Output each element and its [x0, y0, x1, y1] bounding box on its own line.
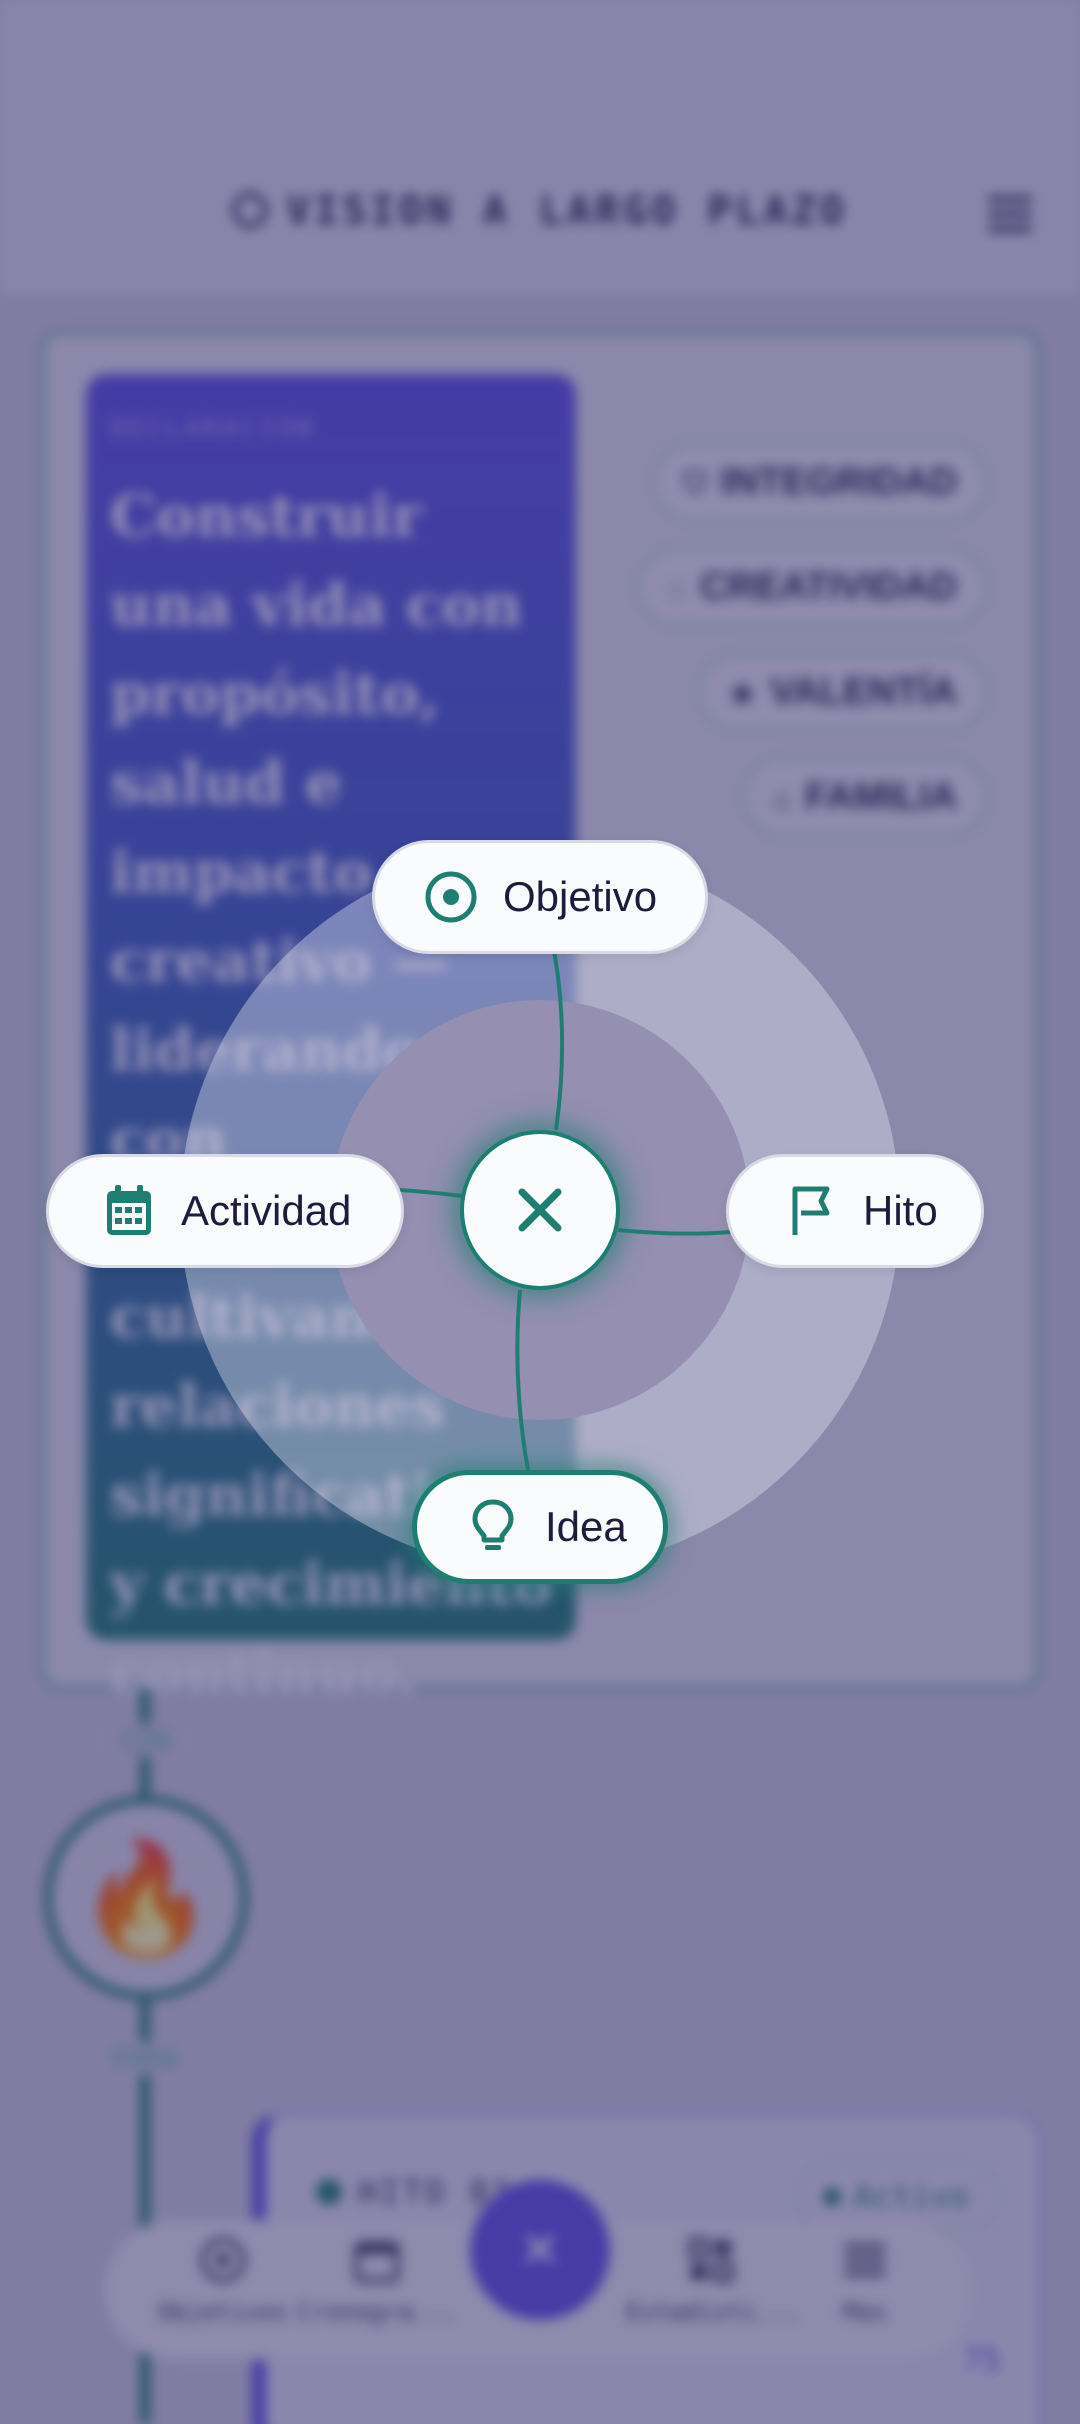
lightbulb-icon — [463, 1497, 523, 1557]
close-radial-menu-button[interactable] — [460, 1130, 620, 1290]
radial-item-idea[interactable]: Idea — [412, 1470, 668, 1584]
radial-item-label: Objetivo — [503, 873, 658, 920]
calendar-icon — [99, 1181, 159, 1241]
radial-item-label: Idea — [545, 1503, 627, 1550]
close-icon — [518, 1188, 562, 1232]
radial-item-label: Hito — [863, 1187, 938, 1234]
radial-item-label: Actividad — [181, 1187, 352, 1234]
radial-item-actividad[interactable]: Actividad — [46, 1154, 404, 1268]
target-icon — [421, 867, 481, 927]
flag-icon — [781, 1181, 841, 1241]
radial-item-objetivo[interactable]: Objetivo — [372, 840, 708, 954]
radial-item-hito[interactable]: Hito — [726, 1154, 984, 1268]
